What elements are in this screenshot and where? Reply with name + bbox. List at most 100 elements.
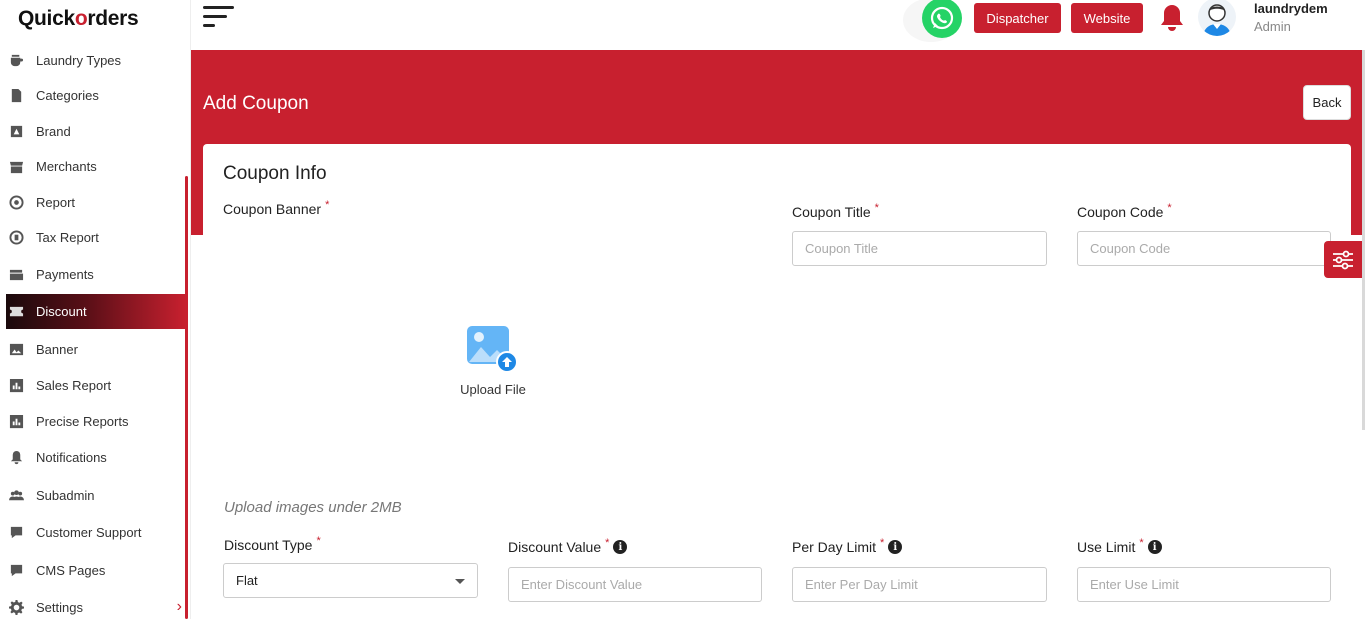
coupon-form-card — [203, 144, 1351, 619]
user-name: laundrydem — [1254, 1, 1328, 16]
discount-type-value: Flat — [236, 573, 258, 588]
document-icon — [8, 87, 24, 103]
sidebar-item-label: Banner — [36, 341, 78, 357]
sidebar-item-label: Notifications — [36, 449, 107, 465]
required-mark: * — [316, 535, 321, 547]
sidebar-item-categories[interactable]: Categories — [6, 78, 186, 112]
sidebar-item-label: Customer Support — [36, 524, 142, 540]
sidebar-item-label: Settings — [36, 599, 83, 615]
required-mark: * — [325, 199, 330, 211]
coupon-code-label: Coupon Code * — [1077, 202, 1172, 220]
use-limit-input[interactable] — [1077, 567, 1331, 602]
notification-bell-icon[interactable] — [1158, 3, 1186, 33]
coupon-code-input[interactable] — [1077, 231, 1331, 266]
per-day-limit-input[interactable] — [792, 567, 1047, 602]
sidebar-item-label: Brand — [36, 123, 71, 139]
sidebar-item-settings[interactable]: Settings › — [6, 590, 186, 619]
coupon-code-label-text: Coupon Code — [1077, 204, 1164, 220]
sidebar-item-tax-report[interactable]: Tax Report — [6, 220, 186, 254]
coupon-title-input[interactable] — [792, 231, 1047, 266]
chart-icon — [8, 413, 24, 429]
image-icon — [8, 341, 24, 357]
sidebar-item-sales-report[interactable]: Sales Report — [6, 368, 186, 402]
use-limit-label-text: Use Limit — [1077, 539, 1136, 555]
sidebar-item-label: Payments — [36, 266, 94, 282]
discount-type-label-text: Discount Type — [224, 537, 313, 553]
sidebar-item-label: Subadmin — [36, 487, 95, 503]
upload-hint: Upload images under 2MB — [224, 499, 402, 516]
sidebar-item-laundry-types[interactable]: Laundry Types — [6, 43, 186, 77]
caret-down-icon — [455, 579, 465, 584]
required-mark: * — [874, 202, 879, 214]
users-icon — [8, 487, 24, 503]
chevron-right-icon: › — [176, 598, 182, 615]
sidebar-item-label: Tax Report — [36, 229, 99, 245]
coupon-title-label-text: Coupon Title — [792, 204, 871, 220]
sidebar-item-label: Sales Report — [36, 377, 112, 393]
sidebar-item-label: Discount — [36, 304, 87, 319]
sidebar-item-payments[interactable]: Payments — [6, 257, 186, 291]
store-icon — [8, 158, 24, 174]
user-role: Admin — [1254, 19, 1291, 34]
chart-icon — [8, 377, 24, 393]
app-logo[interactable]: Quickorders — [18, 7, 139, 31]
report-icon — [8, 194, 24, 210]
coupon-banner-label-text: Coupon Banner — [223, 201, 322, 217]
image-upload-icon — [467, 326, 519, 379]
page-title: Add Coupon — [203, 93, 309, 114]
sidebar-item-report[interactable]: Report — [6, 185, 186, 219]
bell-icon — [8, 449, 24, 465]
top-header: Dispatcher Website laundrydem Admin — [191, 0, 1365, 50]
sidebar-item-brand[interactable]: Brand — [6, 114, 186, 148]
discount-type-label: Discount Type * — [224, 535, 321, 553]
sidebar-item-precise-reports[interactable]: Precise Reports — [6, 404, 186, 438]
chat-icon — [8, 524, 24, 540]
back-button[interactable]: Back — [1303, 85, 1351, 120]
sidebar-item-label: Merchants — [36, 158, 97, 174]
required-mark: * — [1167, 202, 1172, 214]
code-chat-icon — [8, 562, 24, 578]
brand-icon — [8, 123, 24, 139]
avatar[interactable] — [1198, 0, 1236, 36]
settings-sliders-icon[interactable] — [1324, 241, 1362, 278]
menu-toggle-icon[interactable] — [203, 6, 235, 28]
per-day-limit-label: Per Day Limit * i — [792, 537, 903, 555]
sidebar-item-label: CMS Pages — [36, 562, 106, 578]
website-button[interactable]: Website — [1071, 3, 1143, 33]
discount-icon — [8, 304, 24, 320]
sidebar-item-merchants[interactable]: Merchants — [6, 149, 186, 183]
sidebar-item-label: Laundry Types — [36, 52, 122, 68]
sidebar-item-subadmin[interactable]: Subadmin — [6, 478, 186, 512]
gear-icon — [8, 599, 24, 615]
discount-value-input[interactable] — [508, 567, 762, 602]
sidebar-item-discount[interactable]: Discount — [6, 294, 186, 329]
coupon-title-label: Coupon Title * — [792, 202, 879, 220]
required-mark: * — [605, 537, 610, 549]
sidebar-item-label: Report — [36, 194, 76, 210]
section-title: Coupon Info — [223, 163, 327, 184]
per-day-limit-label-text: Per Day Limit — [792, 539, 877, 555]
wallet-icon — [8, 266, 24, 282]
discount-type-select[interactable]: Flat — [223, 563, 478, 598]
sidebar-item-cms-pages[interactable]: CMS Pages — [6, 553, 186, 587]
cup-icon — [8, 52, 24, 68]
info-icon[interactable]: i — [613, 540, 628, 554]
tax-icon — [8, 229, 24, 245]
discount-value-label-text: Discount Value — [508, 539, 602, 555]
dispatcher-button[interactable]: Dispatcher — [974, 3, 1061, 33]
coupon-banner-label: Coupon Banner * — [223, 199, 330, 217]
required-mark: * — [1139, 537, 1144, 549]
upload-file-label: Upload File — [460, 382, 526, 397]
use-limit-label: Use Limit * i — [1077, 537, 1162, 555]
whatsapp-icon[interactable] — [922, 0, 962, 38]
sidebar-item-banner[interactable]: Banner — [6, 332, 186, 366]
sidebar-item-notifications[interactable]: Notifications — [6, 440, 186, 474]
sidebar-item-label: Precise Reports — [36, 413, 129, 429]
sidebar-item-label: Categories — [36, 87, 99, 103]
info-icon[interactable]: i — [888, 540, 903, 554]
upload-file-dropzone[interactable]: Upload File — [440, 322, 546, 402]
discount-value-label: Discount Value * i — [508, 537, 628, 555]
sidebar-item-customer-support[interactable]: Customer Support — [6, 515, 186, 549]
sidebar: Quickorders Laundry Types Categories Bra… — [0, 0, 191, 619]
info-icon[interactable]: i — [1147, 540, 1162, 554]
